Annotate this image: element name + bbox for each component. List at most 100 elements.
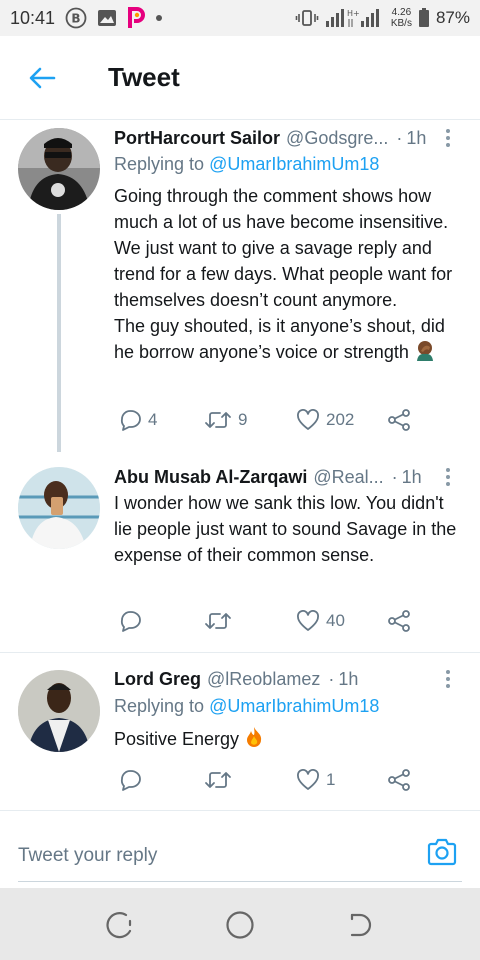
heart-icon	[297, 409, 319, 430]
kebab-dot	[446, 482, 450, 486]
recent-apps-button[interactable]	[103, 908, 137, 942]
svg-text:B: B	[71, 12, 80, 26]
tweet-header: Lord Greg @lReoblamez · 1h	[114, 667, 460, 691]
back-icon	[350, 913, 372, 937]
more-options-button[interactable]	[438, 667, 458, 691]
home-button[interactable]	[223, 908, 257, 942]
tweet-text: Going through the comment shows how much…	[114, 183, 464, 368]
replying-to: Replying to @UmarIbrahimUm18	[114, 154, 379, 175]
vibrate-icon	[295, 9, 319, 27]
retweet-count: 9	[238, 410, 248, 429]
tweet-text-body: Positive Energy	[114, 729, 245, 749]
network-type-label: H+	[347, 9, 360, 18]
kebab-dot	[446, 684, 450, 688]
retweet-button[interactable]: 9	[204, 405, 247, 435]
arrow-left-icon	[29, 67, 56, 88]
reply-count: 4	[148, 410, 158, 429]
avatar[interactable]	[18, 128, 100, 210]
replying-to-label: Replying to	[114, 696, 205, 716]
share-button[interactable]	[386, 765, 412, 795]
picsart-icon	[127, 7, 146, 29]
app-header: Tweet	[0, 36, 480, 120]
kebab-dot	[446, 670, 450, 674]
separator-dot: ·	[328, 668, 335, 689]
retweet-icon	[205, 772, 231, 788]
author-handle[interactable]: @Real...	[313, 467, 383, 488]
author-handle[interactable]: @lReoblamez	[207, 669, 320, 690]
reply-icon	[120, 611, 141, 632]
tweet-time: 1h	[401, 466, 422, 487]
retweet-button[interactable]	[204, 765, 238, 795]
author-name[interactable]: Lord Greg	[114, 669, 201, 690]
camera-icon	[427, 838, 457, 866]
tweet-text-body: Going through the comment shows how much…	[114, 186, 453, 362]
like-button[interactable]: 202	[296, 405, 354, 435]
heart-icon	[297, 610, 319, 631]
share-icon	[388, 769, 410, 791]
reply-button[interactable]	[118, 606, 148, 636]
status-bar: 10:41 B H+ 4.26 KB/s 87%	[0, 0, 480, 36]
fire-emoji-icon	[244, 726, 264, 755]
share-button[interactable]	[386, 405, 412, 435]
network-speed: 4.26 KB/s	[391, 7, 412, 29]
back-nav-button[interactable]	[343, 908, 377, 942]
network-speed-unit: KB/s	[390, 18, 412, 29]
gallery-icon	[97, 9, 117, 27]
reply-composer	[18, 830, 462, 882]
avatar[interactable]	[18, 467, 100, 549]
reply-button[interactable]: 4	[118, 405, 157, 435]
separator-dot: ·	[396, 127, 403, 148]
b-circle-icon: B	[65, 7, 87, 29]
like-button[interactable]: 40	[296, 606, 345, 636]
retweet-button[interactable]	[204, 606, 238, 636]
kebab-dot	[446, 143, 450, 147]
tweet-divider	[0, 810, 480, 811]
thread-line	[57, 214, 61, 452]
share-icon	[388, 409, 410, 431]
author-handle[interactable]: @Godsgre...	[286, 128, 388, 149]
status-time: 10:41	[10, 7, 56, 28]
reply-button[interactable]	[118, 765, 148, 795]
tweet[interactable]: Lord Greg @lReoblamez · 1h Replying to @U…	[0, 653, 480, 810]
tweet-header: Abu Musab Al-Zarqawi @Real... · 1h	[114, 465, 460, 489]
tweet-header: PortHarcourt Sailor @Godsgre... · 1h	[114, 126, 460, 150]
recent-apps-icon	[106, 912, 132, 939]
like-count: 202	[326, 410, 355, 429]
network-speed-value: 4.26	[391, 7, 412, 18]
more-options-button[interactable]	[438, 465, 458, 489]
back-button[interactable]	[20, 56, 64, 100]
more-options-button[interactable]	[438, 126, 458, 150]
tweet-time: 1h	[338, 668, 359, 689]
kebab-dot	[446, 468, 450, 472]
home-icon	[226, 911, 254, 939]
separator-dot: ·	[391, 466, 398, 487]
camera-button[interactable]	[424, 834, 460, 870]
replying-to: Replying to @UmarIbrahimUm18	[114, 696, 379, 717]
battery-percent: 87%	[435, 8, 470, 27]
reply-input[interactable]	[18, 838, 398, 874]
tweet[interactable]: Abu Musab Al-Zarqawi @Real... · 1h I won…	[0, 455, 480, 652]
kebab-dot	[446, 677, 450, 681]
dot-icon	[155, 14, 163, 22]
tweet-actions: 4 9 202	[114, 405, 414, 435]
reply-icon	[120, 410, 141, 431]
heart-icon	[297, 769, 319, 790]
share-button[interactable]	[386, 606, 412, 636]
author-name[interactable]: Abu Musab Al-Zarqawi	[114, 467, 307, 488]
signal-icon: H+	[325, 7, 385, 29]
tweet[interactable]: PortHarcourt Sailor @Godsgre... · 1h Rep…	[0, 120, 480, 455]
tweet-actions: 40	[114, 606, 414, 636]
battery-icon	[418, 8, 430, 28]
like-button[interactable]: 1	[296, 765, 335, 795]
tweet-time: 1h	[406, 127, 427, 148]
retweet-icon	[205, 613, 231, 629]
avatar[interactable]	[18, 670, 100, 752]
facepalm-emoji-icon	[414, 339, 436, 368]
tweet-text: I wonder how we sank this low. You didn'…	[114, 493, 462, 565]
tweet-text: Positive Energy	[114, 726, 464, 755]
mention-link[interactable]: @UmarIbrahimUm18	[209, 154, 379, 174]
mention-link[interactable]: @UmarIbrahimUm18	[209, 696, 379, 716]
author-name[interactable]: PortHarcourt Sailor	[114, 128, 280, 149]
tweet-actions: 1	[114, 765, 414, 795]
like-count: 1	[326, 770, 336, 789]
